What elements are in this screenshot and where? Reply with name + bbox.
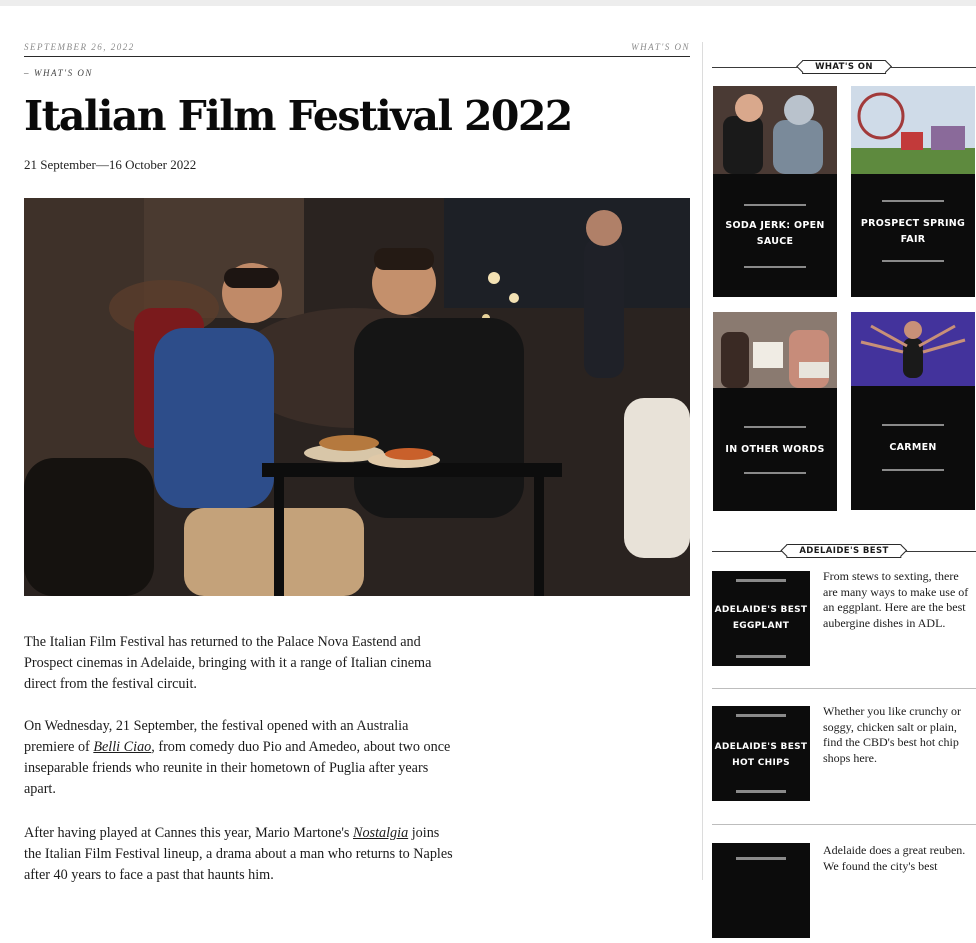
best-thumb	[712, 843, 810, 938]
best-item-eggplant[interactable]: ADELAIDE'S BEST EGGPLANT From stews to s…	[712, 569, 976, 671]
article-title: Italian Film Festival 2022	[24, 92, 573, 140]
best-title	[712, 865, 810, 915]
best-description: From stews to sexting, there are many wa…	[823, 569, 969, 630]
best-description: Whether you like crunchy or soggy, chick…	[823, 704, 961, 765]
card-bar-bottom	[882, 260, 944, 262]
paragraph-3: After having played at Cannes this year,…	[24, 823, 454, 886]
article-date: SEPTEMBER 26, 2022	[24, 42, 135, 52]
event-card-prospect-spring-fair[interactable]: PROSPECT SPRING FAIR	[851, 86, 975, 297]
event-dates: 21 September—16 October 2022	[24, 157, 197, 172]
card-bar-bottom	[744, 266, 806, 268]
hero-image	[24, 198, 690, 596]
paragraph-2: On Wednesday, 21 September, the festival…	[24, 716, 454, 800]
meta-rule	[24, 56, 690, 57]
thumb-bar-top	[736, 579, 786, 582]
adelaides-best-heading: ADELAIDE'S BEST	[712, 544, 976, 558]
best-title: ADELAIDE'S BEST EGGPLANT	[714, 605, 808, 631]
best-title: ADELAIDE'S BEST HOT CHIPS	[714, 742, 808, 768]
best-divider	[712, 824, 976, 825]
thumb-bar-bottom	[736, 790, 786, 793]
kicker-dash: –	[24, 68, 30, 78]
card-bar-bottom	[882, 469, 944, 471]
thumb-bar-top	[736, 714, 786, 717]
event-card-in-other-words[interactable]: IN OTHER WORDS	[713, 312, 837, 511]
film-link-nostalgia[interactable]: Nostalgia	[353, 825, 408, 841]
best-item-hot-chips[interactable]: ADELAIDE'S BEST HOT CHIPS Whether you li…	[712, 704, 976, 806]
best-item-reuben[interactable]: Adelaide does a great reuben. We found t…	[712, 843, 976, 943]
thumb-bar-bottom	[736, 655, 786, 658]
whats-on-label: WHAT'S ON	[802, 60, 886, 74]
column-divider	[702, 42, 703, 880]
hero-photo	[24, 198, 690, 596]
event-title: PROSPECT SPRING FAIR	[860, 218, 966, 245]
category-kicker[interactable]: – WHAT'S ON	[24, 68, 93, 78]
event-title: IN OTHER WORDS	[725, 444, 825, 455]
event-card-carmen[interactable]: CARMEN	[851, 312, 975, 510]
event-thumbnail	[713, 86, 837, 174]
best-description: Adelaide does a great reuben. We found t…	[823, 843, 966, 873]
event-thumbnail	[851, 86, 975, 174]
event-card-soda-jerk[interactable]: SODA JERK: OPEN SAUCE	[713, 86, 837, 297]
event-thumbnail	[713, 312, 837, 388]
best-divider	[712, 688, 976, 689]
p3-text-a: After having played at Cannes this year,…	[24, 825, 353, 841]
whats-on-heading: WHAT'S ON	[712, 60, 976, 74]
event-thumbnail	[851, 312, 975, 386]
adelaides-best-label: ADELAIDE'S BEST	[786, 544, 902, 558]
best-thumb: ADELAIDE'S BEST HOT CHIPS	[712, 706, 810, 801]
section-link[interactable]: WHAT'S ON	[631, 42, 690, 52]
thumb-bar-top	[736, 857, 786, 860]
top-bar	[0, 0, 976, 6]
card-bar-bottom	[744, 472, 806, 474]
film-link-belli-ciao[interactable]: Belli Ciao	[93, 739, 151, 755]
paragraph-1: The Italian Film Festival has returned t…	[24, 634, 432, 692]
kicker-label: WHAT'S ON	[34, 68, 93, 78]
best-thumb: ADELAIDE'S BEST EGGPLANT	[712, 571, 810, 666]
event-title: SODA JERK: OPEN SAUCE	[725, 220, 825, 247]
